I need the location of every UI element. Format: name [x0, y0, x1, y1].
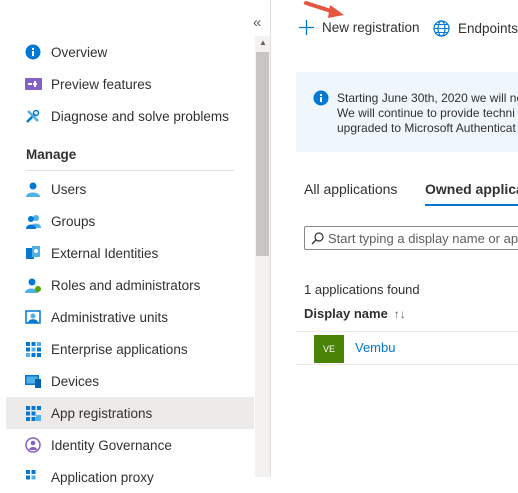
tab-owned-applications[interactable]: Owned applica — [425, 181, 518, 197]
enterprise-apps-icon — [24, 340, 42, 358]
application-proxy-icon — [24, 468, 42, 486]
sidebar-scrollbar-thumb[interactable] — [256, 52, 269, 256]
info-line: We will continue to provide techni — [337, 106, 515, 120]
globe-icon — [433, 20, 450, 37]
nav-item-devices[interactable]: Devices — [6, 365, 254, 397]
section-title-manage: Manage — [26, 147, 77, 162]
endpoints-label: Endpoints — [458, 21, 518, 36]
scroll-up-icon[interactable]: ▲ — [259, 38, 267, 47]
column-header-label: Display name — [304, 306, 388, 321]
sidebar-divider — [270, 0, 271, 477]
nav-item-label: Devices — [51, 373, 100, 389]
nav-item-label: App registrations — [51, 405, 153, 421]
search-icon — [311, 231, 324, 245]
nav-item-application-proxy[interactable]: Application proxy — [6, 461, 254, 493]
nav-item-roles[interactable]: Roles and administrators — [6, 269, 254, 301]
nav-item-label: Diagnose and solve problems — [51, 108, 229, 124]
user-icon — [24, 180, 42, 198]
identity-governance-icon — [24, 436, 42, 454]
sort-icon[interactable]: ↑↓ — [394, 307, 406, 321]
roles-icon — [24, 276, 42, 294]
app-avatar: VE — [314, 335, 344, 363]
nav-item-label: Preview features — [51, 76, 152, 92]
info-banner: Starting June 30th, 2020 we will no We w… — [296, 72, 518, 152]
endpoints-button[interactable]: Endpoints — [433, 20, 518, 37]
preview-features-icon — [24, 75, 42, 93]
search-box[interactable] — [304, 226, 518, 250]
nav-item-preview-features[interactable]: Preview features — [6, 68, 254, 100]
nav-item-app-registrations[interactable]: App registrations — [6, 397, 254, 429]
info-line: Starting June 30th, 2020 we will no — [337, 91, 518, 105]
nav-item-groups[interactable]: Groups — [6, 205, 254, 237]
app-name-link[interactable]: Vembu — [355, 340, 395, 355]
left-nav-sidebar: « Overview Preview features Diagnose and… — [0, 0, 272, 485]
row-divider — [296, 364, 518, 365]
nav-item-label: External Identities — [51, 245, 159, 261]
nav-item-label: Application proxy — [51, 469, 154, 485]
external-identities-icon — [24, 244, 42, 262]
info-line: upgraded to Microsoft Authenticat — [337, 121, 516, 135]
nav-item-label: Identity Governance — [51, 437, 172, 453]
nav-item-enterprise-apps[interactable]: Enterprise applications — [6, 333, 254, 365]
section-divider — [26, 170, 234, 171]
info-icon — [313, 90, 329, 111]
nav-item-external-identities[interactable]: External Identities — [6, 237, 254, 269]
header-divider — [296, 331, 518, 332]
nav-item-admin-units[interactable]: Administrative units — [6, 301, 254, 333]
wrench-icon — [24, 107, 42, 125]
app-registrations-icon — [24, 404, 42, 422]
groups-icon — [24, 212, 42, 230]
devices-icon — [24, 372, 42, 390]
annotation-arrow-icon — [300, 0, 350, 27]
nav-item-label: Administrative units — [51, 309, 169, 325]
admin-units-icon — [24, 308, 42, 326]
nav-item-overview[interactable]: Overview — [6, 36, 254, 68]
nav-item-label: Users — [51, 181, 87, 197]
nav-item-label: Enterprise applications — [51, 341, 188, 357]
collapse-sidebar-icon[interactable]: « — [253, 14, 261, 31]
nav-item-label: Roles and administrators — [51, 277, 201, 293]
active-tab-indicator — [425, 204, 518, 206]
nav-item-identity-governance[interactable]: Identity Governance — [6, 429, 254, 461]
search-input[interactable] — [324, 230, 518, 246]
info-icon — [24, 43, 42, 61]
nav-item-label: Groups — [51, 213, 96, 229]
nav-item-label: Overview — [51, 44, 108, 60]
column-header-display-name[interactable]: Display name ↑↓ — [304, 306, 406, 321]
nav-item-users[interactable]: Users — [6, 173, 254, 205]
info-banner-text: Starting June 30th, 2020 we will no We w… — [337, 91, 518, 136]
tab-all-applications[interactable]: All applications — [304, 181, 397, 197]
nav-item-diagnose[interactable]: Diagnose and solve problems — [6, 100, 254, 132]
results-count: 1 applications found — [304, 282, 420, 297]
